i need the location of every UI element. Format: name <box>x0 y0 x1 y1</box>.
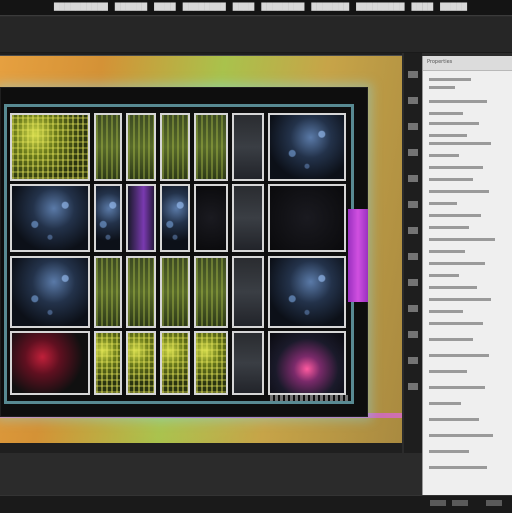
panel-tab[interactable]: Properties <box>427 59 452 65</box>
menu-item-2[interactable]: ██████ <box>115 4 147 11</box>
grid-image-r4c1[interactable] <box>10 331 90 395</box>
grid-image-r4c3[interactable] <box>126 331 156 395</box>
grid-image-r3c5[interactable] <box>194 256 228 328</box>
grid-image-r3c3[interactable] <box>126 256 156 328</box>
property-row <box>429 100 487 103</box>
grid-image-r2c1[interactable] <box>10 184 90 252</box>
property-row <box>429 286 477 289</box>
property-row <box>429 450 469 453</box>
grid-image-r1c5[interactable] <box>194 113 228 181</box>
property-row <box>429 418 479 421</box>
grid-image-r2c5[interactable] <box>194 184 228 252</box>
property-row <box>429 178 473 181</box>
property-row <box>429 154 459 157</box>
panel-icon-1[interactable] <box>408 71 418 78</box>
grid-image-r4c5[interactable] <box>194 331 228 395</box>
grid-image-r2c4[interactable] <box>160 184 190 252</box>
menu-item-10[interactable]: █████ <box>440 4 467 11</box>
status-button[interactable] <box>486 500 502 506</box>
menu-item-8[interactable]: █████████ <box>356 4 404 11</box>
panel-icon-6[interactable] <box>408 201 418 208</box>
property-row <box>429 338 473 341</box>
panel-icon-10[interactable] <box>408 305 418 312</box>
property-row <box>429 402 461 405</box>
menu-bar: ██████████ ██████ ████ ████████ ████ ███… <box>0 0 512 16</box>
panel-icon-8[interactable] <box>408 253 418 260</box>
property-row <box>429 250 465 253</box>
status-bar <box>0 495 512 513</box>
panel-icon-4[interactable] <box>408 149 418 156</box>
menu-item-4[interactable]: ████████ <box>183 4 226 11</box>
panel-icon-strip <box>404 53 422 453</box>
status-button[interactable] <box>452 500 468 506</box>
property-row <box>429 190 489 193</box>
panel-icon-9[interactable] <box>408 279 418 286</box>
grid-image-r3c7[interactable] <box>268 256 346 328</box>
menu-item-5[interactable]: ████ <box>233 4 255 11</box>
panel-icon-2[interactable] <box>408 97 418 104</box>
grid-image-r2c7[interactable] <box>268 184 346 252</box>
property-row <box>429 86 455 89</box>
property-row <box>429 238 495 241</box>
grid-image-r4c4[interactable] <box>160 331 190 395</box>
property-row <box>429 112 463 115</box>
property-row <box>429 214 481 217</box>
grid-image-r2c6[interactable] <box>232 184 264 252</box>
property-row <box>429 310 463 313</box>
grid-image-r2c2[interactable] <box>94 184 122 252</box>
grid-image-r4c2[interactable] <box>94 331 122 395</box>
menu-item-7[interactable]: ███████ <box>311 4 349 11</box>
property-row <box>429 202 457 205</box>
panel-header: Properties <box>423 56 512 71</box>
panel-icon-13[interactable] <box>408 383 418 390</box>
panel-icon-11[interactable] <box>408 331 418 338</box>
property-row <box>429 386 485 389</box>
panel-icon-3[interactable] <box>408 123 418 130</box>
grid-image-r4c7[interactable] <box>268 331 346 395</box>
options-toolbar <box>0 17 512 53</box>
properties-panel: Properties <box>422 56 512 498</box>
panel-icon-12[interactable] <box>408 357 418 364</box>
grid-image-r3c4[interactable] <box>160 256 190 328</box>
property-row <box>429 78 471 81</box>
property-row <box>429 226 469 229</box>
grid-image-r1c7[interactable] <box>268 113 346 181</box>
panel-icon-7[interactable] <box>408 227 418 234</box>
resize-handle[interactable] <box>348 209 368 302</box>
property-row <box>429 322 483 325</box>
property-row <box>429 134 467 137</box>
menu-item-1[interactable]: ██████████ <box>54 4 108 11</box>
status-button[interactable] <box>430 500 446 506</box>
grid-image-r3c6[interactable] <box>232 256 264 328</box>
property-row <box>429 466 487 469</box>
image-caption <box>270 395 350 401</box>
property-row <box>429 298 491 301</box>
grid-image-r1c6[interactable] <box>232 113 264 181</box>
panel-icon-5[interactable] <box>408 175 418 182</box>
grid-image-r2c3[interactable] <box>126 184 156 252</box>
grid-image-r1c4[interactable] <box>160 113 190 181</box>
grid-image-r1c3[interactable] <box>126 113 156 181</box>
menu-item-9[interactable]: ████ <box>412 4 434 11</box>
property-row <box>429 122 479 125</box>
property-row <box>429 354 489 357</box>
property-row <box>429 370 467 373</box>
property-row <box>429 142 491 145</box>
property-row <box>429 166 483 169</box>
grid-image-r4c6[interactable] <box>232 331 264 395</box>
property-row <box>429 262 485 265</box>
grid-image-r1c1[interactable] <box>10 113 90 181</box>
property-row <box>429 434 493 437</box>
grid-image-r3c1[interactable] <box>10 256 90 328</box>
menu-item-3[interactable]: ████ <box>154 4 176 11</box>
grid-image-r3c2[interactable] <box>94 256 122 328</box>
property-row <box>429 274 459 277</box>
menu-item-6[interactable]: ████████ <box>261 4 304 11</box>
grid-image-r1c2[interactable] <box>94 113 122 181</box>
